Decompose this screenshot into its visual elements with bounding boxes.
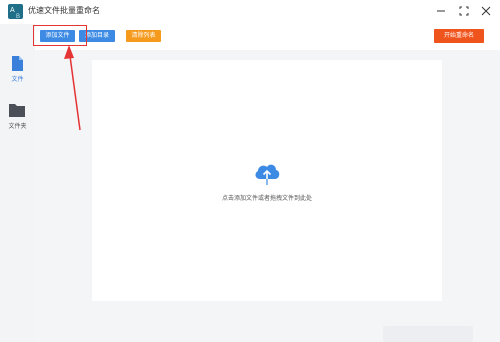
title-bar: A B 优速文件批量重命名	[0, 0, 500, 24]
annotation-highlight-box	[33, 25, 87, 46]
sidebar-item-folder[interactable]: 文件夹	[0, 103, 35, 135]
sidebar-item-label: 文件	[11, 76, 24, 83]
clear-list-button[interactable]: 清除列表	[126, 30, 161, 42]
svg-text:A: A	[10, 7, 15, 14]
folder-icon	[9, 104, 25, 117]
minimize-icon	[437, 10, 445, 12]
close-button[interactable]	[478, 3, 494, 19]
sidebar: 文件 文件夹	[0, 24, 35, 342]
app-logo-icon: A B	[8, 4, 23, 19]
cloud-upload-icon[interactable]	[253, 161, 281, 185]
sidebar-item-file[interactable]: 文件	[0, 56, 35, 88]
svg-text:B: B	[16, 14, 20, 19]
minimize-button[interactable]	[433, 3, 449, 19]
status-area	[383, 326, 473, 342]
sidebar-item-label: 文件夹	[8, 123, 27, 130]
maximize-icon	[459, 6, 469, 16]
drop-hint: 点击添加文件或者拖拽文件到此处	[221, 195, 312, 202]
maximize-button[interactable]	[456, 3, 472, 19]
app-title: 优速文件批量重命名	[28, 6, 100, 15]
start-rename-button[interactable]: 开始重命名	[434, 29, 484, 43]
close-icon	[481, 6, 491, 16]
file-icon	[12, 56, 23, 71]
